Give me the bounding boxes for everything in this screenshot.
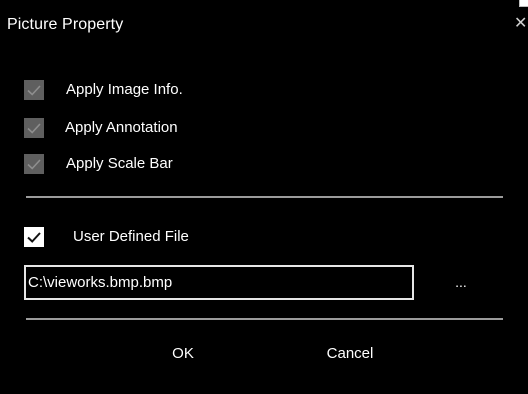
user-defined-file-checkbox[interactable] [24, 227, 44, 247]
checkmark-icon [27, 232, 41, 243]
apply-scale-bar-checkbox[interactable] [24, 154, 44, 174]
checkmark-icon [27, 85, 41, 96]
option-apply-scale-bar[interactable]: Apply Scale Bar [24, 154, 254, 178]
checkmark-icon [27, 123, 41, 134]
option-apply-annotation[interactable]: Apply Annotation [24, 118, 254, 142]
apply-scale-bar-label: Apply Scale Bar [66, 155, 173, 172]
apply-annotation-checkbox[interactable] [24, 118, 44, 138]
apply-image-info-label: Apply Image Info. [66, 81, 183, 98]
section-divider-top [26, 196, 503, 198]
close-icon[interactable]: ✕ [514, 16, 527, 32]
dialog-title: Picture Property [7, 16, 124, 33]
picture-property-dialog: Picture Property ✕ Apply Image Info. App… [0, 0, 528, 394]
apply-image-info-checkbox[interactable] [24, 80, 44, 100]
user-defined-file-label: User Defined File [73, 228, 189, 245]
checkmark-icon [27, 159, 41, 170]
browse-button[interactable]: ... [446, 270, 476, 294]
section-divider-bottom [26, 318, 503, 320]
option-apply-image-info[interactable]: Apply Image Info. [24, 80, 254, 104]
window-corner-mark [519, 0, 528, 7]
file-path-input[interactable] [24, 265, 414, 300]
ok-button[interactable]: OK [168, 342, 198, 366]
apply-annotation-label: Apply Annotation [65, 119, 178, 136]
option-user-defined-file[interactable]: User Defined File [24, 227, 244, 251]
cancel-button[interactable]: Cancel [318, 342, 382, 366]
